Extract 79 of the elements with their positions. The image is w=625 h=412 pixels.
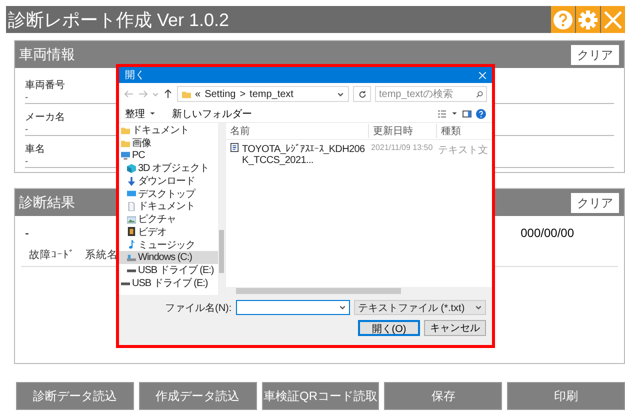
nav-tree-item[interactable]: USB ドライブ (E:) — [119, 264, 218, 276]
action-button[interactable]: 車検証QRコード読取 — [262, 382, 380, 410]
field-value: - — [25, 156, 28, 166]
nav-tree-item[interactable]: ドキュメント — [119, 200, 218, 213]
close-icon[interactable] — [479, 72, 486, 78]
column-header[interactable]: 更新日時 — [368, 124, 436, 138]
new-folder-button[interactable]: 新しいフォルダー — [172, 106, 252, 120]
help-icon[interactable] — [476, 108, 486, 118]
file-type-dropdown[interactable]: テキストファイル (*.txt) — [354, 300, 486, 315]
nav-tree-item[interactable]: ダウンロード — [119, 174, 218, 188]
file-name: TOYOTA_ﾚｼﾞｱｽｴｰｽ_KDH206K_TCCS_2021... — [242, 143, 366, 166]
drive-icon — [127, 252, 136, 262]
refresh-button[interactable] — [353, 86, 371, 102]
action-button[interactable]: 印刷 — [507, 382, 625, 410]
column-header[interactable]: 種類 — [436, 124, 492, 138]
film-icon — [127, 227, 136, 236]
cube-icon — [127, 164, 136, 173]
action-button[interactable]: 診断データ読込 — [16, 382, 134, 410]
file-name-field[interactable] — [236, 300, 350, 315]
date-text: 000/00/00 — [520, 226, 574, 240]
column-header: 故障ｺｰﾄﾞ — [29, 248, 75, 262]
music-note-icon — [127, 240, 136, 250]
document-icon — [127, 202, 136, 211]
column-header: 系統名 — [85, 248, 118, 262]
nav-tree-item[interactable]: USB ドライブ (E:) — [119, 276, 218, 289]
field-label: 車両番号 — [25, 78, 65, 92]
nav-tree-item[interactable]: 画像 — [119, 136, 218, 150]
action-button[interactable]: 作成データ読込 — [138, 382, 257, 410]
file-row[interactable]: TOYOTA_ﾚｼﾞｱｽｴｰｽ_KDH206K_TCCS_2021... 2021/11/09 13:50 テキスト文 — [226, 140, 492, 166]
close-icon — [603, 10, 623, 30]
refresh-icon — [358, 90, 366, 98]
chevron-down-icon — [475, 304, 482, 311]
nav-tree-item[interactable]: ドキュメント — [119, 124, 218, 137]
panel-title: 診断結果 — [19, 194, 75, 212]
settings-icon — [578, 10, 598, 30]
nav-tree-item[interactable]: デスクトップ — [119, 187, 218, 200]
field-label: メーカ名 — [25, 111, 65, 124]
field-label: 車名 — [25, 142, 45, 156]
nav-tree-item[interactable]: ミュージック — [119, 238, 218, 251]
summary-text: - — [25, 226, 29, 240]
folder-icon — [182, 90, 191, 98]
down-arrow-icon — [127, 176, 136, 186]
field-value: - — [25, 124, 28, 134]
caret-icon[interactable] — [451, 110, 458, 117]
nav-tree-item[interactable]: Windows (C:) — [119, 250, 218, 264]
file-type: テキスト文 — [437, 144, 489, 157]
nav-tree-item[interactable]: 3D オブジェクト — [119, 162, 218, 175]
action-button[interactable]: 保存 — [384, 382, 502, 410]
search-field[interactable]: temp_textの検索 — [375, 86, 487, 102]
scrollbar[interactable] — [226, 287, 492, 295]
nav-tree-item[interactable]: ピクチャ — [119, 212, 218, 226]
monitor-icon — [121, 151, 130, 160]
desktop-icon — [127, 189, 136, 198]
preview-pane-icon[interactable] — [462, 108, 472, 118]
app-title: 診断レポート作成 Ver 1.0.2 — [7, 8, 230, 32]
field-value: - — [25, 92, 28, 102]
address-bar[interactable]: « Setting > temp_text — [177, 86, 349, 102]
clear-button[interactable]: クリア — [571, 192, 619, 212]
help-icon — [553, 10, 573, 30]
chevron-down-icon — [339, 304, 346, 311]
view-options-icon[interactable] — [437, 108, 447, 118]
nav-tree-item[interactable]: PC — [119, 149, 218, 162]
picture-icon — [127, 214, 136, 224]
dialog-title: 開く — [125, 69, 145, 82]
scrollbar[interactable] — [218, 123, 225, 295]
organize-menu[interactable]: 整理 — [125, 106, 145, 120]
dialog-button[interactable]: 開く(O) — [358, 320, 420, 336]
chevron-down-icon[interactable] — [337, 90, 344, 98]
clear-button[interactable]: クリア — [571, 44, 619, 64]
nav-tree-item[interactable]: ビデオ — [119, 226, 218, 238]
up-arrow-icon[interactable] — [163, 89, 173, 99]
file-date: 2021/11/09 13:50 — [370, 143, 434, 152]
caret-icon — [149, 110, 156, 117]
search-icon — [476, 90, 483, 98]
column-header[interactable]: 名前 — [226, 124, 368, 138]
file-name-label: ファイル名(N): — [165, 302, 232, 314]
text-file-icon — [230, 143, 239, 152]
dialog-button[interactable]: キャンセル — [424, 320, 486, 336]
panel-title: 車両情報 — [19, 46, 75, 64]
